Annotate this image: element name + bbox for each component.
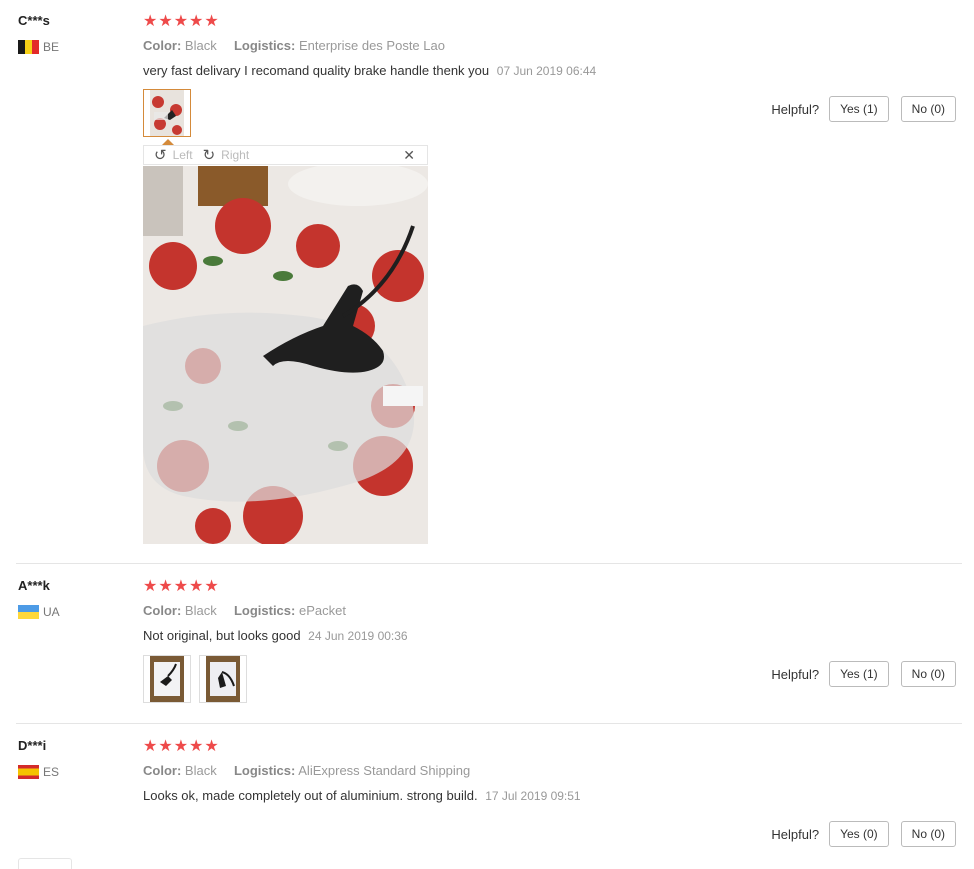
- review-photo-image: [143, 166, 428, 544]
- helpful-yes-button[interactable]: Yes (0): [829, 821, 889, 847]
- review-date: 17 Jul 2019 09:51: [485, 789, 581, 803]
- photo-thumbnail-image: [206, 656, 240, 702]
- color-value: Black: [184, 603, 217, 618]
- review-photo-thumbnail[interactable]: [143, 655, 191, 703]
- review-comment: Looks ok, made completely out of alumini…: [143, 788, 581, 803]
- helpful-label: Helpful?: [771, 101, 820, 117]
- helpful-no-button[interactable]: No (0): [900, 661, 956, 687]
- comment-text: Not original, but looks good: [143, 628, 301, 643]
- flag-icon: [18, 765, 39, 779]
- country-code: UA: [43, 605, 60, 619]
- logistics-label: Logistics:: [233, 603, 296, 618]
- reviewer-country: UA: [18, 605, 60, 619]
- review-divider: [16, 563, 962, 564]
- helpful-vote: Helpful? Yes (0) No (0): [771, 821, 956, 847]
- review-comment: Not original, but looks good 24 Jun 2019…: [143, 628, 408, 643]
- rotate-left-button[interactable]: ↺ Left: [154, 146, 193, 164]
- helpful-vote: Helpful? Yes (1) No (0): [771, 96, 956, 122]
- logistics-value: AliExpress Standard Shipping: [298, 763, 471, 778]
- review-meta: Color: Black Logistics: ePacket: [143, 603, 346, 618]
- rotate-right-label: Right: [221, 148, 250, 162]
- comment-text: Looks ok, made completely out of alumini…: [143, 788, 478, 803]
- helpful-yes-button[interactable]: Yes (1): [829, 661, 889, 687]
- reviewer-name: A***k: [18, 578, 50, 593]
- rotate-left-icon: ↺: [154, 147, 167, 164]
- review-photo-thumbnail[interactable]: [143, 89, 191, 137]
- color-label: Color:: [143, 763, 182, 778]
- review-photo-thumbnail[interactable]: [199, 655, 247, 703]
- color-label: Color:: [143, 38, 182, 53]
- color-value: Black: [184, 38, 217, 53]
- review-meta: Color: Black Logistics: AliExpress Stand…: [143, 763, 470, 778]
- comment-text: very fast delivary I recomand quality br…: [143, 63, 490, 78]
- country-code: ES: [43, 765, 60, 779]
- close-icon[interactable]: ✕: [403, 147, 415, 164]
- reviewer-country: ES: [18, 765, 59, 779]
- review-meta: Color: Black Logistics: Enterprise des P…: [143, 38, 445, 53]
- rotate-right-button[interactable]: ↻ Right: [203, 146, 250, 164]
- review-divider: [16, 723, 962, 724]
- logistics-label: Logistics:: [233, 763, 296, 778]
- photo-thumbnail-image: [150, 90, 184, 136]
- helpful-no-button[interactable]: No (0): [900, 96, 956, 122]
- photo-viewer-toolbar: ↺ Left ↻ Right ✕: [143, 145, 428, 165]
- star-rating: ★★★★★: [143, 738, 220, 755]
- rotate-right-icon: ↻: [202, 147, 216, 164]
- country-code: BE: [43, 40, 60, 54]
- pagination-box: [18, 858, 72, 869]
- rotate-left-label: Left: [172, 148, 193, 162]
- helpful-label: Helpful?: [771, 666, 820, 682]
- color-label: Color:: [143, 603, 182, 618]
- reviewer-name: C***s: [18, 13, 50, 28]
- helpful-yes-button[interactable]: Yes (1): [829, 96, 889, 122]
- star-rating: ★★★★★: [143, 13, 220, 30]
- review-photo-large: [143, 166, 428, 544]
- reviewer-name: D***i: [18, 738, 47, 753]
- review-comment: very fast delivary I recomand quality br…: [143, 63, 596, 78]
- logistics-value: Enterprise des Poste Lao: [298, 38, 445, 53]
- review-date: 24 Jun 2019 00:36: [308, 629, 408, 643]
- logistics-value: ePacket: [298, 603, 346, 618]
- helpful-vote: Helpful? Yes (1) No (0): [771, 661, 956, 687]
- helpful-label: Helpful?: [771, 826, 820, 842]
- flag-icon: [18, 605, 39, 619]
- review-date: 07 Jun 2019 06:44: [496, 64, 597, 78]
- star-rating: ★★★★★: [143, 578, 220, 595]
- helpful-no-button[interactable]: No (0): [900, 821, 956, 847]
- logistics-label: Logistics:: [233, 38, 296, 53]
- reviewer-country: BE: [18, 40, 59, 54]
- flag-icon: [18, 40, 39, 54]
- color-value: Black: [184, 763, 217, 778]
- photo-thumbnail-image: [150, 656, 184, 702]
